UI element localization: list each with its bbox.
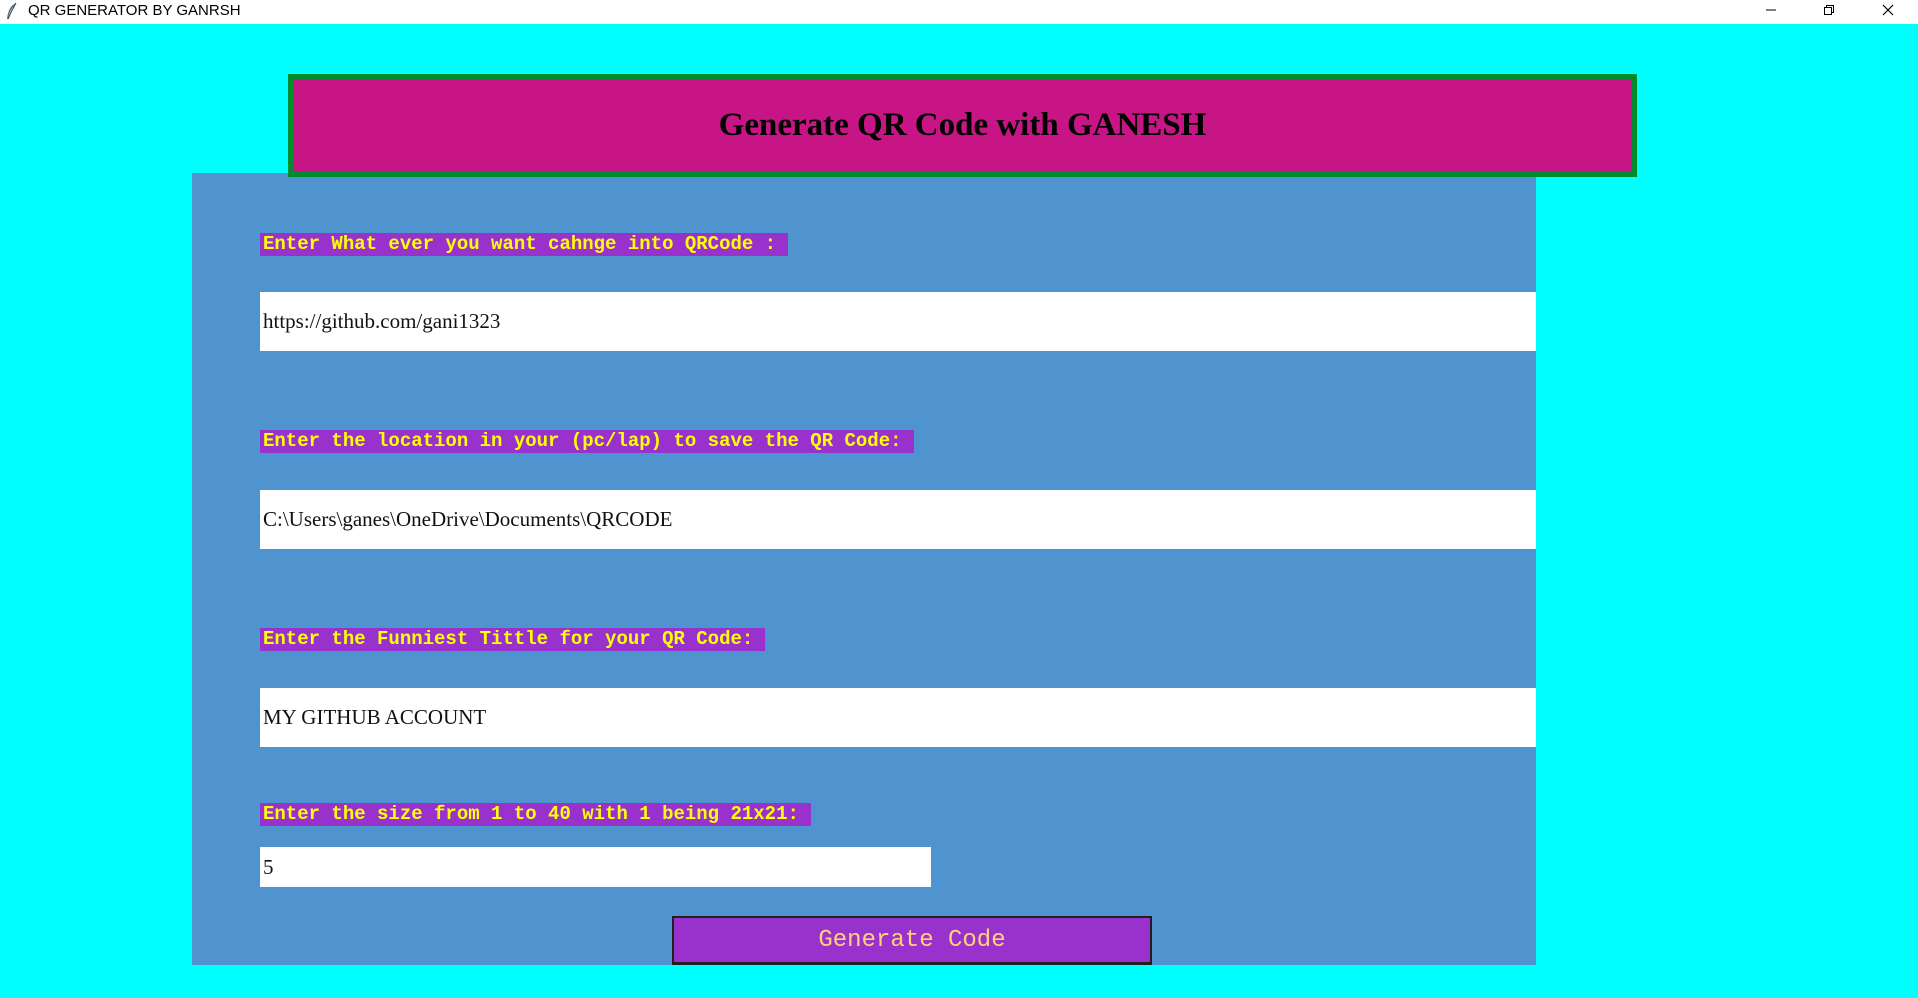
content-label: Enter What ever you want cahnge into QRC… (260, 233, 789, 256)
restore-icon (1824, 5, 1834, 15)
content-input[interactable] (260, 292, 1536, 351)
minimize-button[interactable] (1742, 0, 1800, 20)
page-title: Generate QR Code with GANESH (718, 107, 1207, 143)
close-button[interactable] (1859, 0, 1917, 20)
size-label: Enter the size from 1 to 40 with 1 being… (260, 803, 811, 826)
title-bar: QR GENERATOR BY GANRSH (0, 0, 1918, 24)
save-location-input[interactable] (260, 490, 1536, 549)
location-label: Enter the location in your (pc/lap) to s… (260, 430, 914, 453)
window-title: QR GENERATOR BY GANRSH (28, 2, 241, 19)
restore-button[interactable] (1800, 0, 1858, 20)
feather-icon (7, 2, 17, 20)
qr-title-input[interactable] (260, 688, 1536, 747)
header-banner: Generate QR Code with GANESH (288, 74, 1637, 177)
minimize-icon (1766, 9, 1776, 11)
generate-code-button[interactable]: Generate Code (672, 916, 1152, 965)
title-label: Enter the Funniest Tittle for your QR Co… (260, 628, 766, 651)
close-icon (1882, 4, 1894, 16)
size-input[interactable] (260, 847, 931, 887)
